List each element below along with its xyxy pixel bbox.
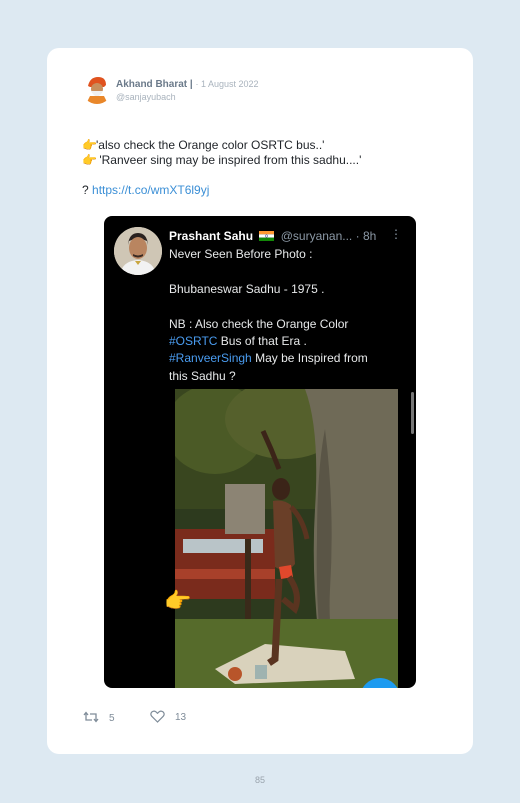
- author-name[interactable]: Akhand Bharat |: [116, 79, 193, 90]
- embed-author-name[interactable]: Prashant Sahu: [169, 229, 253, 243]
- tweet-line-1: 👉'also check the Orange color OSRTC bus.…: [82, 138, 324, 152]
- tweet-line-3: ? https://t.co/wmXT6l9yj: [82, 183, 209, 197]
- like-action[interactable]: 13: [150, 710, 186, 723]
- hashtag-ranveersingh[interactable]: #RanveerSingh: [169, 351, 252, 365]
- embed-text-4: Bus of that Era .: [217, 334, 307, 348]
- author-handle[interactable]: @sanjayubach: [116, 92, 176, 102]
- page-number: 85: [254, 775, 265, 785]
- embed-text-6: this Sadhu ?: [169, 369, 236, 383]
- embed-text-4-line: #OSRTC Bus of that Era .: [169, 334, 307, 348]
- more-icon[interactable]: ⋮: [390, 227, 402, 241]
- tweet-line-2: 👉 'Ranveer sing may be inspired from thi…: [82, 153, 361, 167]
- tweet-link[interactable]: https://t.co/wmXT6l9yj: [92, 183, 209, 197]
- embed-text-3: NB : Also check the Orange Color: [169, 317, 349, 331]
- embed-text-2: Bhubaneswar Sadhu - 1975 .: [169, 282, 325, 296]
- heart-icon: [150, 710, 165, 723]
- like-count: 13: [175, 712, 187, 723]
- hand-pointing-right-icon: 👉: [82, 138, 97, 152]
- embed-text-5-line: #RanveerSingh May be Inspired from: [169, 351, 368, 365]
- embed-handle[interactable]: @suryanan...: [281, 229, 353, 243]
- retweet-count: 5: [109, 713, 115, 724]
- tweet-date[interactable]: · 1 August 2022: [195, 79, 258, 89]
- author-line: Akhand Bharat | · 1 August 2022: [116, 79, 259, 90]
- scrollbar[interactable]: [411, 392, 414, 434]
- author-avatar[interactable]: [82, 74, 112, 104]
- embed-avatar[interactable]: [114, 227, 162, 275]
- embed-text-1: Never Seen Before Photo :: [169, 247, 313, 261]
- pointing-hand-icon: 👉: [164, 588, 192, 613]
- india-flag-icon: [259, 230, 275, 241]
- hand-pointing-right-icon: 👉: [82, 153, 97, 167]
- tweet-text-1: 'also check the Orange color OSRTC bus..…: [96, 138, 325, 152]
- embed-header: Prashant Sahu @suryanan... · 8h: [169, 229, 376, 243]
- retweet-icon: [83, 711, 99, 723]
- embedded-tweet[interactable]: Prashant Sahu @suryanan... · 8h ⋮ Never …: [104, 216, 416, 688]
- question-mark: ?: [82, 183, 93, 197]
- retweet-action[interactable]: 5: [83, 710, 115, 724]
- embed-text-5: May be Inspired from: [251, 351, 368, 365]
- tweet-text-2: 'Ranveer sing may be inspired from this …: [96, 153, 362, 167]
- hashtag-osrtc[interactable]: #OSRTC: [169, 334, 217, 348]
- embed-time[interactable]: · 8h: [356, 229, 377, 243]
- sadhu-photo[interactable]: [175, 389, 398, 688]
